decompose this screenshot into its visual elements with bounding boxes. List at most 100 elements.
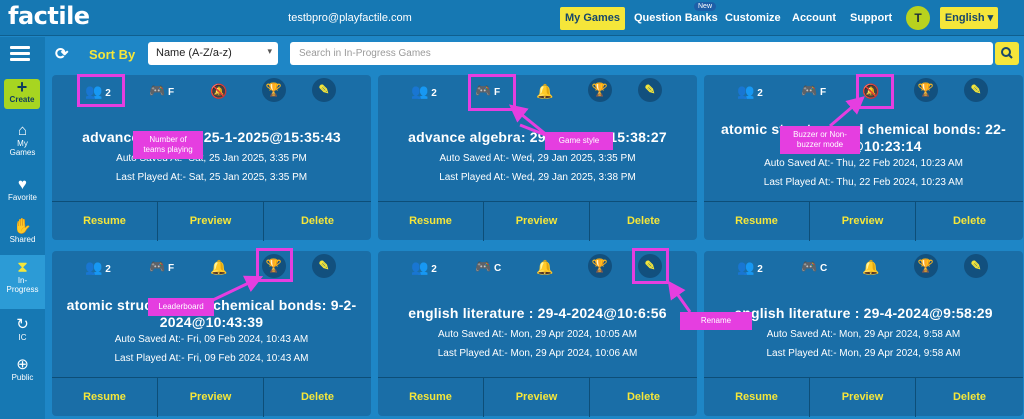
teams-indicator: 👥 2 <box>411 78 437 104</box>
sidebar-item-label: Public <box>11 373 34 382</box>
avatar[interactable]: T <box>906 6 930 30</box>
delete-button[interactable]: Delete <box>590 378 697 417</box>
teams-count: 2 <box>105 264 111 275</box>
sidebar-item-label: In- <box>17 276 28 285</box>
nav-support[interactable]: Support <box>845 7 897 30</box>
menu-icon[interactable] <box>10 46 30 62</box>
sidebar-item-label: Games <box>9 148 36 157</box>
refresh-icon[interactable]: ⟳ <box>55 44 68 64</box>
resume-button[interactable]: Resume <box>52 378 157 417</box>
sidebar-item-my-games[interactable]: ⌂ My Games <box>0 123 45 167</box>
callout-teams: Number of teams playing <box>133 131 203 159</box>
sidebar-item-shared[interactable]: ✋ Shared <box>0 219 45 251</box>
edit-icon: ✎ <box>312 254 336 279</box>
resume-button[interactable]: Resume <box>704 378 809 417</box>
edit-icon: ✎ <box>638 78 662 103</box>
language-select[interactable]: English ▾ <box>940 7 998 29</box>
game-style-indicator: 🎮 C <box>801 254 827 280</box>
game-title-line: advance algebra: 29-1-2025@15:38:27 <box>408 129 667 145</box>
rename-button[interactable]: ✎ <box>964 254 988 280</box>
bell-icon: 🔔 <box>536 83 554 99</box>
trophy-icon: 🏆 <box>588 78 612 103</box>
users-icon: 👥 <box>411 83 429 99</box>
sidebar-item-ic[interactable]: ↻ IC <box>0 317 45 347</box>
rename-button[interactable]: ✎ <box>964 78 988 104</box>
buzzer-indicator: 🔔 <box>536 78 553 104</box>
game-card: 👥 2 🎮 F 🔔 🏆 ✎ advance algebra: 29-1-2025… <box>378 75 697 241</box>
game-title: advance algebra: 29-1-2025@15:38:27 <box>378 129 697 146</box>
last-played-at: Last Played At:- Wed, 29 Jan 2025, 3:38 … <box>439 172 636 183</box>
sort-value: Name (A-Z/a-z) <box>156 47 232 59</box>
auto-saved-at: Auto Saved At:- Fri, 09 Feb 2024, 10:43 … <box>114 334 309 345</box>
resume-button[interactable]: Resume <box>52 202 157 241</box>
resume-button[interactable]: Resume <box>704 202 809 241</box>
delete-button[interactable]: Delete <box>916 378 1023 417</box>
game-card: 👥 2 🎮 C 🔔 🏆 ✎ english literature : 29-4-… <box>704 251 1023 417</box>
sidebar-item-label: Favorite <box>8 193 37 202</box>
nav-customize[interactable]: Customize <box>720 7 786 30</box>
game-style-indicator: 🎮 C <box>475 254 501 280</box>
hourglass-icon: ⧗ <box>17 259 28 276</box>
create-button[interactable]: + Create <box>4 77 40 109</box>
search-input[interactable]: Search in In-Progress Games <box>290 42 993 65</box>
game-title-line: 2-2024@10:23:14 <box>805 138 922 154</box>
new-badge: New <box>694 2 717 11</box>
search-button[interactable] <box>995 42 1019 65</box>
edit-icon: ✎ <box>312 78 336 103</box>
card-actions: Resume Preview Delete <box>378 377 697 417</box>
game-title-line: 2024@10:43:39 <box>159 314 264 330</box>
users-icon: 👥 <box>737 83 755 99</box>
delete-button[interactable]: Delete <box>264 202 371 241</box>
teams-count: 2 <box>431 264 437 275</box>
chevron-down-icon: ▾ <box>987 12 994 24</box>
users-icon: 👥 <box>85 259 103 275</box>
game-style-letter: C <box>819 263 828 274</box>
search-icon <box>1001 47 1013 59</box>
preview-button[interactable]: Preview <box>809 202 916 241</box>
ic-icon: ↻ <box>16 316 29 333</box>
preview-button[interactable]: Preview <box>157 202 264 241</box>
teams-indicator: 👥 2 <box>737 78 763 104</box>
sort-select[interactable]: Name (A-Z/a-z) ▾ <box>148 42 278 65</box>
resume-button[interactable]: Resume <box>378 378 483 417</box>
preview-button[interactable]: Preview <box>157 378 264 417</box>
delete-button[interactable]: Delete <box>590 202 697 241</box>
preview-button[interactable]: Preview <box>483 378 590 417</box>
sidebar-item-label: My <box>17 139 28 148</box>
plus-icon: + <box>16 77 28 97</box>
delete-button[interactable]: Delete <box>264 378 371 417</box>
edit-icon: ✎ <box>964 254 988 279</box>
card-icon-row: 👥 2 🎮 C 🔔 🏆 ✎ <box>704 251 1023 283</box>
leaderboard-button[interactable]: 🏆 <box>914 254 938 280</box>
nav-account[interactable]: Account <box>787 7 841 30</box>
sidebar-item-favorite[interactable]: ♥ Favorite <box>0 177 45 209</box>
rename-button[interactable]: ✎ <box>638 78 662 104</box>
game-title: atomic structure and chemical bonds: 22-… <box>704 121 1023 155</box>
bell-icon: 🔔 <box>210 259 228 275</box>
card-actions: Resume Preview Delete <box>52 201 371 241</box>
teams-indicator: 👥 2 <box>85 254 111 280</box>
teams-count: 2 <box>757 264 763 275</box>
rename-button[interactable]: ✎ <box>312 254 336 280</box>
sidebar-item-in-progress[interactable]: ⧗ In- Progress <box>0 255 45 309</box>
leaderboard-button[interactable]: 🏆 <box>588 254 612 280</box>
language-label: English <box>944 12 985 24</box>
auto-saved-at: Auto Saved At:- Thu, 22 Feb 2024, 10:23 … <box>764 158 963 169</box>
logo[interactable]: factile <box>8 2 90 30</box>
handshake-icon: ✋ <box>13 218 32 235</box>
rename-button[interactable]: ✎ <box>312 78 336 104</box>
resume-button[interactable]: Resume <box>378 202 483 241</box>
sidebar-item-public[interactable]: ⊕ Public <box>0 357 45 387</box>
sidebar-item-label: Shared <box>9 235 36 244</box>
delete-button[interactable]: Delete <box>916 202 1023 241</box>
preview-button[interactable]: Preview <box>483 202 590 241</box>
nav-my-games[interactable]: My Games <box>560 7 626 30</box>
card-actions: Resume Preview Delete <box>704 377 1023 417</box>
preview-button[interactable]: Preview <box>809 378 916 417</box>
card-actions: Resume Preview Delete <box>704 201 1023 241</box>
create-label: Create <box>9 95 35 104</box>
leaderboard-button[interactable]: 🏆 <box>914 78 938 104</box>
game-style-indicator: 🎮 F <box>149 78 174 104</box>
leaderboard-button[interactable]: 🏆 <box>262 78 286 104</box>
leaderboard-button[interactable]: 🏆 <box>588 78 612 104</box>
